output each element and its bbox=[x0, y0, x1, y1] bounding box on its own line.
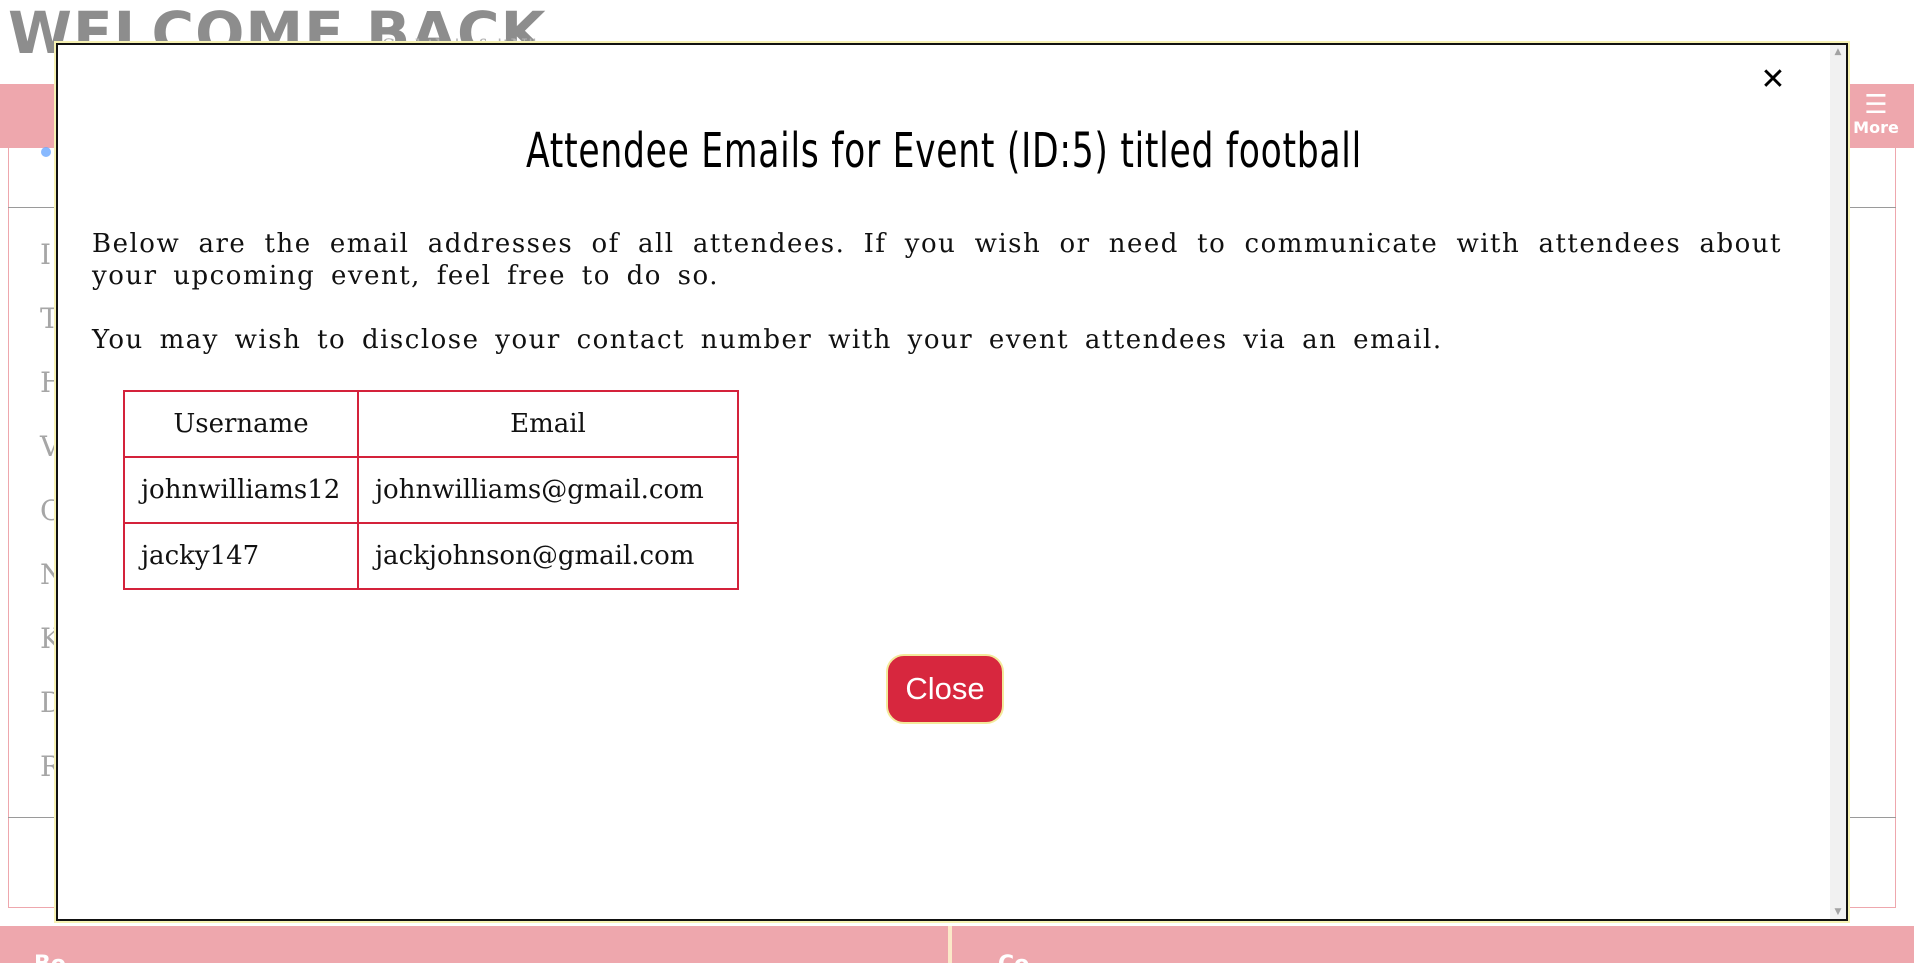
attendee-emails-modal: ▲ ▼ ✕ Attendee Emails for Event (ID:5) t… bbox=[56, 43, 1848, 921]
modal-scrollbar[interactable]: ▲ ▼ bbox=[1830, 45, 1846, 919]
hamburger-icon: ☰ bbox=[1864, 90, 1888, 120]
close-icon[interactable]: ✕ bbox=[1756, 63, 1790, 97]
column-header-username: Username bbox=[123, 390, 359, 458]
radio-button[interactable] bbox=[41, 147, 51, 157]
table-header-row: Username Email bbox=[123, 390, 739, 458]
attendee-table: Username Email johnwilliams12 johnwillia… bbox=[123, 390, 739, 590]
more-label: More bbox=[1853, 118, 1899, 137]
modal-contact-note: You may wish to disclose your contact nu… bbox=[92, 325, 1443, 355]
email-cell: johnwilliams@gmail.com bbox=[357, 456, 739, 524]
scroll-up-icon[interactable]: ▲ bbox=[1830, 45, 1846, 59]
footer: Bo Co bbox=[0, 926, 1914, 963]
modal-description: Below are the email addresses of all att… bbox=[92, 229, 1782, 291]
email-cell: jackjohnson@gmail.com bbox=[357, 522, 739, 590]
footer-divider bbox=[948, 926, 952, 963]
footer-left-heading: Bo bbox=[34, 952, 66, 963]
modal-title: Attendee Emails for Event (ID:5) titled … bbox=[526, 123, 1362, 179]
scroll-down-icon[interactable]: ▼ bbox=[1830, 905, 1846, 919]
table-row: jacky147 jackjohnson@gmail.com bbox=[123, 522, 739, 590]
close-button[interactable]: Close bbox=[886, 654, 1004, 724]
footer-right-heading: Co bbox=[998, 952, 1029, 963]
column-header-email: Email bbox=[357, 390, 739, 458]
more-menu-button[interactable]: ☰ More bbox=[1846, 92, 1906, 137]
username-cell: johnwilliams12 bbox=[123, 456, 359, 524]
username-cell: jacky147 bbox=[123, 522, 359, 590]
table-row: johnwilliams12 johnwilliams@gmail.com bbox=[123, 456, 739, 524]
